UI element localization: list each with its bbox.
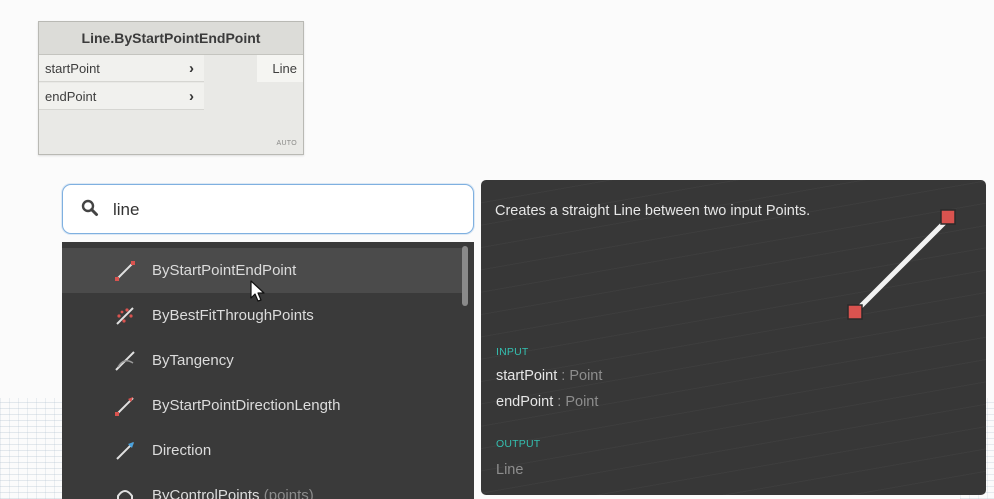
search-icon	[81, 199, 98, 216]
input-section-label: INPUT	[496, 346, 529, 358]
mouse-cursor-icon	[250, 280, 265, 302]
node-tooltip-panel: Creates a straight Line between two inpu…	[481, 180, 986, 495]
tooltip-output: Line	[496, 462, 524, 478]
tooltip-input-start-point: startPoint : Point	[496, 368, 603, 384]
result-label: ByTangency	[152, 352, 234, 369]
result-label: ByStartPointDirectionLength	[152, 397, 341, 414]
line-bestfit-icon	[116, 307, 134, 325]
search-box[interactable]	[62, 184, 474, 234]
input-port-label: startPoint	[45, 61, 100, 76]
input-port-start-point[interactable]: startPoint	[39, 55, 204, 82]
result-item-direction[interactable]: Direction	[62, 428, 462, 473]
line-direction-icon	[116, 442, 134, 460]
result-label: ByControlPoints (points)	[152, 487, 314, 499]
background-grid	[0, 398, 70, 499]
result-item-by-start-point-direction-length[interactable]: ByStartPointDirectionLength	[62, 383, 462, 428]
result-item-by-control-points[interactable]: ByControlPoints (points)	[62, 473, 462, 499]
port-arrow-icon: ›	[189, 88, 194, 105]
result-label: ByStartPointEndPoint	[152, 262, 297, 279]
line-preview-icon	[847, 209, 956, 320]
search-input[interactable]	[111, 197, 455, 223]
node-port-row-end: endPoint ›	[39, 83, 303, 111]
output-port-label: Line	[272, 61, 297, 76]
line-tangency-icon	[115, 351, 135, 371]
node-port-row-start: startPoint › Line	[39, 55, 303, 83]
curve-control-points-icon	[117, 490, 133, 499]
lacing-label[interactable]: AUTO	[276, 140, 297, 147]
tooltip-input-end-point: endPoint : Point	[496, 394, 599, 410]
output-section-label: OUTPUT	[496, 438, 541, 450]
node-title: Line.ByStartPointEndPoint	[39, 22, 303, 55]
line-direction-length-icon	[115, 397, 134, 416]
output-port-line[interactable]: Line	[257, 55, 303, 82]
tooltip-description: Creates a straight Line between two inpu…	[495, 203, 811, 219]
result-label: ByBestFitThroughPoints	[152, 307, 314, 324]
node-line-by-start-point-end-point[interactable]: Line.ByStartPointEndPoint startPoint › L…	[38, 21, 304, 155]
results-scrollbar[interactable]	[462, 246, 468, 306]
result-item-by-tangency[interactable]: ByTangency	[62, 338, 462, 383]
port-arrow-icon: ›	[189, 60, 194, 77]
search-results-list[interactable]: ByStartPointEndPoint ByBestFitThroughPoi…	[62, 242, 474, 499]
input-port-label: endPoint	[45, 89, 97, 104]
line-create-icon	[115, 261, 135, 281]
input-port-end-point[interactable]: endPoint	[39, 83, 204, 110]
result-label: Direction	[152, 442, 212, 459]
